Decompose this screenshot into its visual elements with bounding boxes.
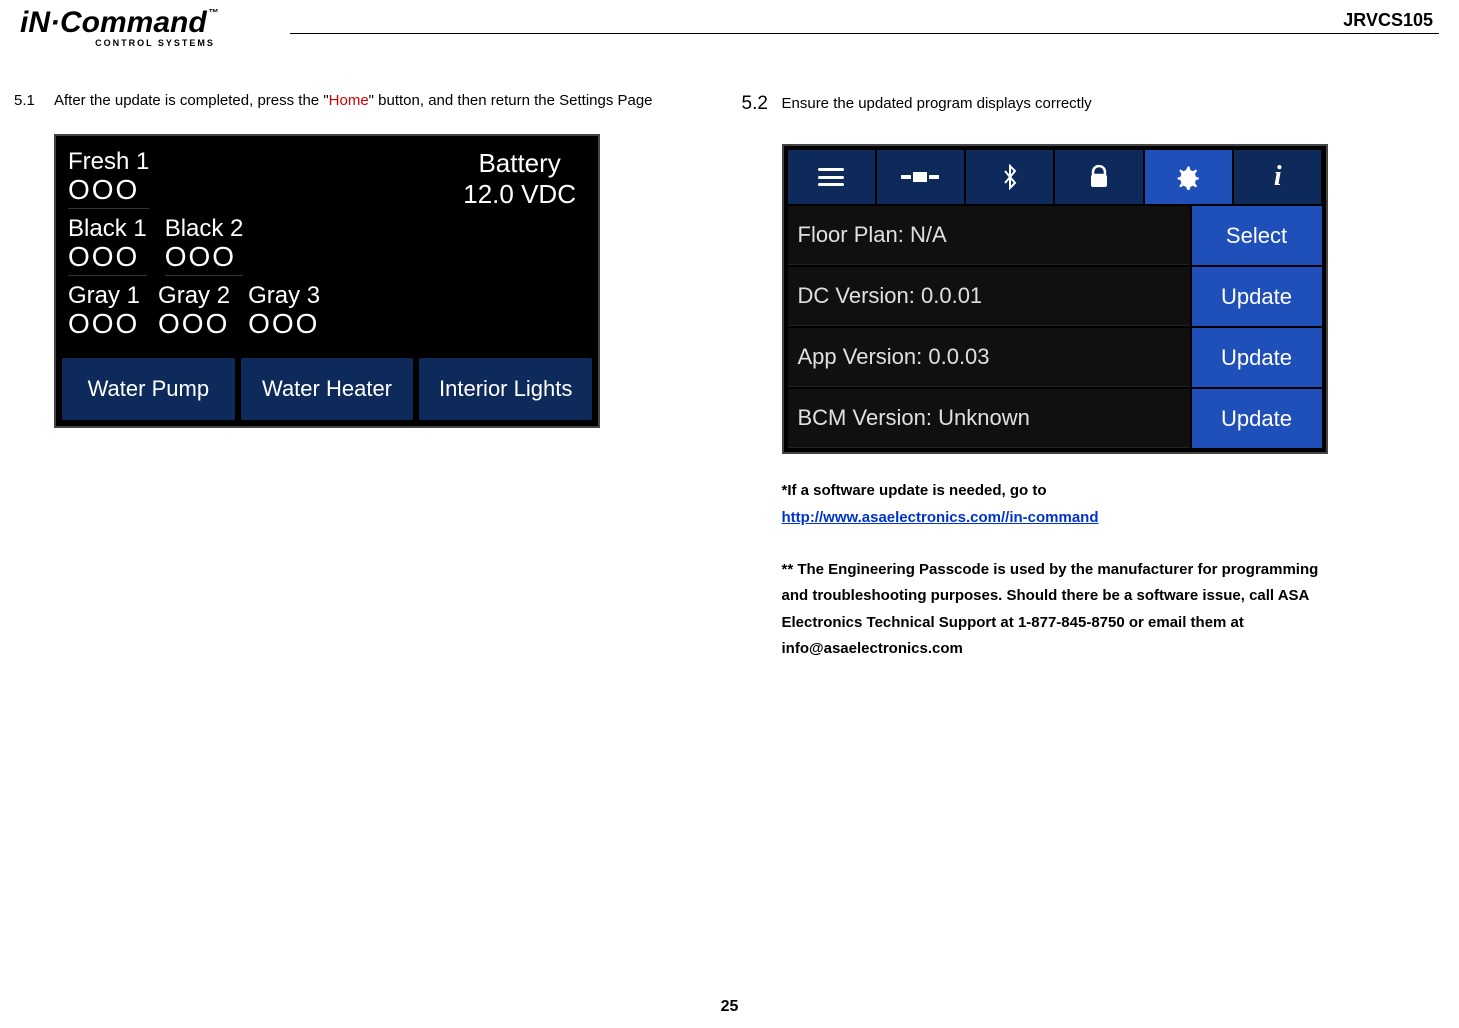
battery-block: Battery 12.0 VDC — [463, 148, 586, 210]
step-text-post: " button, and then return the Settings P… — [369, 92, 653, 109]
step-5-2: 5.2 Ensure the updated program displays … — [742, 88, 1440, 120]
tank-label: Black 1 — [68, 215, 147, 243]
page-header: iN·Command™ CONTROL SYSTEMS JRVCS105 — [0, 0, 1459, 48]
tank-gray-2: Gray 2 OOO — [158, 282, 230, 342]
logo-main: iN·Command™ — [20, 6, 290, 40]
bluetooth-button[interactable] — [966, 150, 1053, 204]
floor-plan-select-button[interactable]: Select — [1192, 206, 1322, 265]
tank-black-2: Black 2 OOO — [165, 215, 244, 276]
right-column: 5.2 Ensure the updated program displays … — [742, 88, 1440, 662]
app-version-label: App Version: 0.0.03 — [788, 328, 1190, 387]
tank-label: Black 2 — [165, 215, 244, 243]
model-number: JRVCS105 — [290, 10, 1439, 31]
tank-indicator: OOO — [248, 310, 320, 338]
power-connector-button[interactable] — [877, 150, 964, 204]
header-right: JRVCS105 — [290, 4, 1439, 34]
lock-icon — [1088, 165, 1110, 189]
settings-button[interactable] — [1145, 150, 1232, 204]
battery-value: 12.0 VDC — [463, 179, 576, 210]
tank-fresh-1: Fresh 1 OOO — [68, 148, 149, 209]
header-rule — [290, 33, 1439, 34]
interior-lights-button[interactable]: Interior Lights — [419, 358, 592, 420]
tank-indicator: OOO — [68, 176, 149, 204]
notes-block: *If a software update is needed, go to h… — [782, 478, 1342, 662]
step-text-pre: After the update is completed, press the… — [54, 92, 329, 109]
tank-label: Gray 2 — [158, 282, 230, 310]
step-text: After the update is completed, press the… — [54, 88, 712, 114]
note-passcode-text: ** The Engineering Passcode is used by t… — [782, 557, 1342, 662]
lock-button[interactable] — [1055, 150, 1142, 204]
bluetooth-icon — [1001, 164, 1019, 190]
tank-indicator: OOO — [158, 310, 230, 338]
tank-indicator: OOO — [68, 310, 140, 338]
dc-update-button[interactable]: Update — [1192, 267, 1322, 326]
logo-text: iN·Command — [20, 6, 207, 39]
page-number: 25 — [0, 998, 1459, 1016]
info-button[interactable]: i — [1234, 150, 1321, 204]
water-pump-button[interactable]: Water Pump — [62, 358, 235, 420]
step-number: 5.1 — [14, 88, 54, 114]
settings-screen-screenshot: i Floor Plan: N/A Select DC Version: 0.0… — [782, 144, 1328, 454]
connector-icon — [901, 169, 939, 185]
home-screen-screenshot: Fresh 1 OOO Battery 12.0 VDC Black 1 OOO… — [54, 134, 600, 428]
dc-version-label: DC Version: 0.0.01 — [788, 267, 1190, 326]
logo-block: iN·Command™ CONTROL SYSTEMS — [20, 4, 290, 48]
water-heater-button[interactable]: Water Heater — [241, 358, 414, 420]
info-icon: i — [1274, 161, 1282, 193]
tank-black-1: Black 1 OOO — [68, 215, 147, 276]
tank-indicator: OOO — [68, 243, 147, 271]
step-5-1: 5.1 After the update is completed, press… — [14, 88, 712, 114]
update-link[interactable]: http://www.asaelectronics.com//in-comman… — [782, 509, 1099, 526]
home-word: Home — [329, 92, 369, 109]
menu-button[interactable] — [788, 150, 875, 204]
tank-label: Gray 1 — [68, 282, 140, 310]
tank-label: Gray 3 — [248, 282, 320, 310]
step-number: 5.2 — [742, 88, 782, 120]
note-update-text: *If a software update is needed, go to — [782, 482, 1047, 499]
menu-icon — [818, 168, 844, 186]
app-update-button[interactable]: Update — [1192, 328, 1322, 387]
bcm-version-label: BCM Version: Unknown — [788, 389, 1190, 448]
floor-plan-label: Floor Plan: N/A — [788, 206, 1190, 265]
tank-indicator: OOO — [165, 243, 244, 271]
gear-icon — [1175, 164, 1201, 190]
tank-label: Fresh 1 — [68, 148, 149, 176]
tank-gray-3: Gray 3 OOO — [248, 282, 320, 342]
left-column: 5.1 After the update is completed, press… — [14, 88, 712, 662]
bcm-update-button[interactable]: Update — [1192, 389, 1322, 448]
step-text: Ensure the updated program displays corr… — [782, 88, 1440, 120]
battery-label: Battery — [463, 148, 576, 179]
tank-gray-1: Gray 1 OOO — [68, 282, 140, 342]
logo-tm: ™ — [209, 8, 219, 19]
